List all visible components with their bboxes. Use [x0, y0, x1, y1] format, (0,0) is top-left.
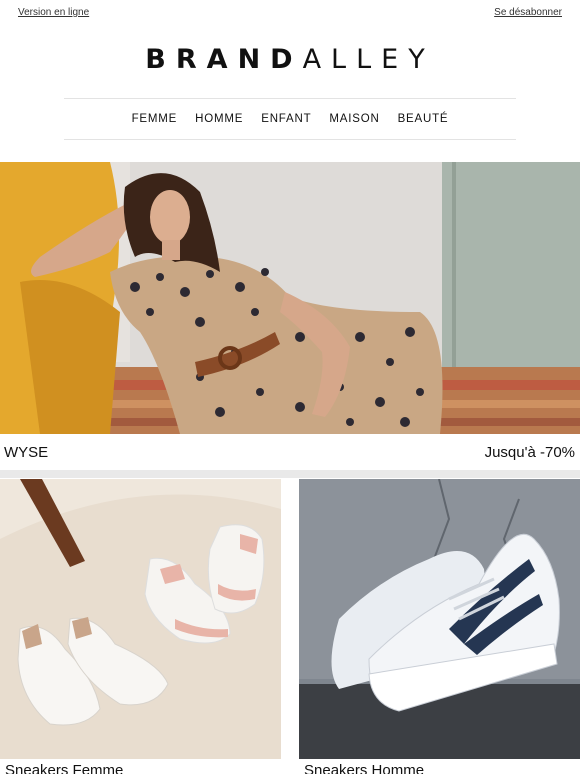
brand-logo[interactable]: BRANDALLEY: [0, 44, 580, 75]
logo-part-brand: BRAND: [145, 44, 303, 75]
nav-item-beaute[interactable]: BEAUTÉ: [398, 113, 449, 125]
women-sneakers-image[interactable]: [0, 479, 281, 759]
hero-caption[interactable]: WYSE Jusqu'à -70%: [0, 434, 580, 470]
logo-part-alley: ALLEY: [302, 44, 435, 75]
hero-brand-name: WYSE: [4, 443, 49, 461]
unsubscribe-link[interactable]: Se désabonner: [494, 7, 562, 18]
hero-discount-text: Jusqu'à -70%: [484, 443, 575, 461]
nav-item-homme[interactable]: HOMME: [195, 113, 243, 125]
men-sneakers-image[interactable]: [299, 479, 580, 759]
hero-banner-image[interactable]: [0, 162, 580, 434]
main-navigation: FEMME HOMME ENFANT MAISON BEAUTÉ: [64, 98, 516, 140]
nav-item-femme[interactable]: FEMME: [132, 113, 178, 125]
nav-item-maison[interactable]: MAISON: [329, 113, 379, 125]
nav-item-enfant[interactable]: ENFANT: [261, 113, 311, 125]
section-divider: [0, 470, 580, 478]
men-sneakers-label[interactable]: Sneakers Homme: [304, 762, 424, 774]
women-sneakers-label[interactable]: Sneakers Femme: [5, 762, 123, 774]
top-utility-bar: Version en ligne Se désabonner: [0, 0, 580, 26]
web-version-link[interactable]: Version en ligne: [18, 7, 89, 18]
